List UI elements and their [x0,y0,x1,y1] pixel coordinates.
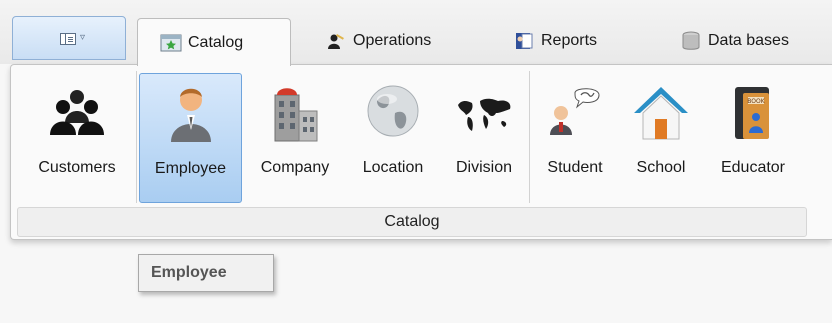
database-icon [682,31,700,50]
division-button[interactable]: Division [441,73,527,203]
application-menu-button[interactable]: ▿ [12,16,126,60]
tab-label: Catalog [188,33,244,51]
button-label: Student [547,159,603,176]
group-divider [136,71,137,203]
ribbon-group-label: Catalog [17,207,807,237]
student-button[interactable]: Student [533,73,617,203]
company-building-icon [274,88,318,142]
globe-icon [367,85,419,137]
educator-book-icon: BOOK [735,87,769,139]
customers-button[interactable]: Customers [19,73,135,203]
tab-label: Data bases [708,32,789,49]
tab-catalog[interactable]: Catalog [137,18,291,66]
sidebar-toggle-icon [60,33,76,45]
reports-icon [516,33,533,49]
tab-reports[interactable]: Reports [513,19,643,63]
tooltip: Employee [138,254,274,292]
company-button[interactable]: Company [247,73,343,203]
tab-operations[interactable]: Operations [325,19,475,63]
employee-button[interactable]: Employee [139,73,242,203]
employee-icon [170,88,211,142]
tab-label: Operations [353,32,432,49]
button-label: Division [455,159,512,176]
student-icon [550,88,600,135]
educator-button[interactable]: BOOK Educator [705,73,801,203]
operations-icon [328,33,344,49]
tab-data-bases[interactable]: Data bases [680,19,832,63]
ribbon-tab-strip: ▿ Catalog Operations Reports Data bases [0,0,832,66]
button-label: Educator [720,159,786,176]
button-label: Customers [38,159,116,176]
button-label: Employee [154,160,227,177]
button-label: Location [362,159,424,176]
customers-icon [50,90,104,135]
button-label: Company [260,159,330,176]
group-divider [529,71,530,203]
svg-text:BOOK: BOOK [747,98,765,105]
ribbon-panel: Customers Employee Company Location Divi… [10,64,832,240]
chevron-down-icon: ▿ [80,32,86,43]
catalog-icon [160,34,182,51]
world-map-icon [458,98,511,131]
school-house-icon [634,87,688,140]
tab-label: Reports [541,32,598,49]
location-button[interactable]: Location [348,73,438,203]
button-label: School [636,159,686,176]
school-button[interactable]: School [621,73,701,203]
